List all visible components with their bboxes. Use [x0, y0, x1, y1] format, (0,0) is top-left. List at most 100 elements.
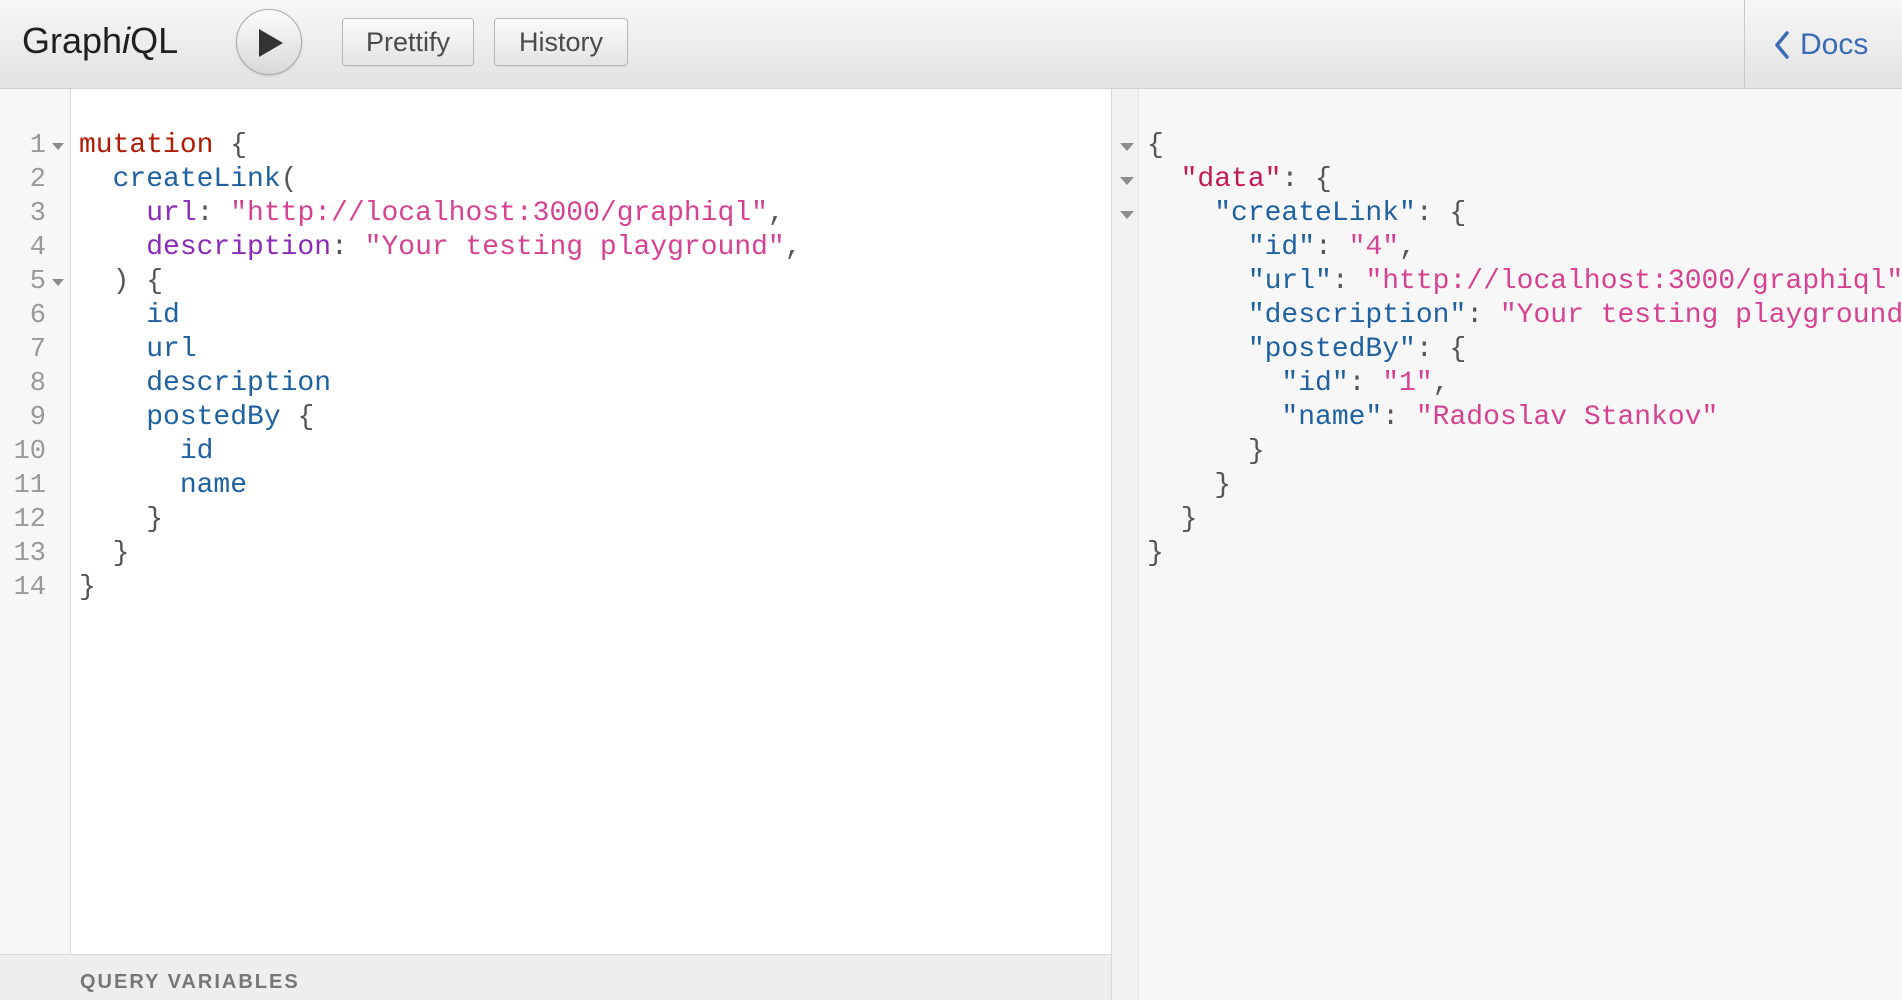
code-token: ) {	[79, 266, 164, 297]
code-token: {	[213, 130, 248, 161]
result-token: :	[1348, 368, 1383, 399]
fold-toggle-icon[interactable]	[52, 279, 64, 286]
result-token: "data"	[1180, 164, 1282, 195]
result-token: :	[1331, 266, 1366, 297]
line-number: 6	[29, 301, 46, 331]
line-number: 14	[13, 573, 46, 603]
query-variables-label: QUERY VARIABLES	[80, 971, 300, 993]
code-text: id	[79, 435, 214, 469]
code-text: mutation {	[79, 129, 247, 163]
code-token: :	[196, 198, 231, 229]
result-token: ,	[1399, 232, 1416, 263]
result-token: }	[1147, 470, 1232, 501]
fold-toggle-icon[interactable]	[52, 143, 64, 150]
result-text: "description": "Your testing playground"…	[1147, 299, 1902, 333]
result-text: {	[1147, 129, 1164, 163]
line-number: 10	[13, 437, 46, 467]
code-text: }	[79, 537, 130, 571]
line-number: 3	[29, 199, 46, 229]
line-number: 5	[29, 267, 46, 297]
line-number: 4	[29, 233, 46, 263]
line-number: 9	[29, 403, 46, 433]
code-token: description	[79, 232, 332, 263]
code-token: name	[79, 470, 248, 501]
result-text: }	[1147, 503, 1198, 537]
line-number: 8	[29, 369, 46, 399]
toolbar-divider	[1744, 0, 1745, 89]
code-text: postedBy {	[79, 401, 314, 435]
result-token: "postedBy"	[1147, 334, 1416, 365]
line-number: 13	[13, 539, 46, 569]
code-token: "http://localhost:3000/graphiql"	[230, 198, 768, 229]
result-token: {	[1147, 130, 1164, 161]
result-fold-toggle-icon[interactable]	[1120, 177, 1134, 185]
result-token: "1"	[1382, 368, 1433, 399]
line-number: 2	[29, 165, 46, 195]
code-text: url	[79, 333, 197, 367]
code-token: {	[280, 402, 315, 433]
app-logo: GraphiQL	[22, 20, 178, 62]
code-token: }	[79, 538, 130, 569]
play-icon	[259, 29, 283, 57]
result-token: "id"	[1147, 368, 1349, 399]
code-token: }	[79, 572, 96, 603]
result-token: : {	[1415, 334, 1467, 365]
code-text: id	[79, 299, 180, 333]
chevron-left-icon	[1775, 31, 1789, 59]
result-text: "postedBy": {	[1147, 333, 1466, 367]
code-text: }	[79, 571, 96, 605]
result-token: :	[1315, 232, 1349, 263]
execute-query-button[interactable]	[236, 9, 302, 75]
result-token: "url"	[1147, 266, 1332, 297]
result-token: }	[1147, 436, 1265, 467]
code-text: url: "http://localhost:3000/graphiql",	[79, 197, 785, 231]
logo-text-graph: Graph	[22, 20, 123, 61]
history-button[interactable]: History	[494, 18, 628, 66]
result-token: "4"	[1348, 232, 1400, 263]
code-token: (	[280, 164, 298, 195]
logo-text-ql: QL	[130, 20, 179, 61]
editor-result-divider[interactable]	[1111, 89, 1139, 1000]
code-text: }	[79, 503, 163, 537]
prettify-button[interactable]: Prettify	[342, 18, 474, 66]
result-token: ,	[1432, 368, 1450, 399]
result-text: "id": "1",	[1147, 367, 1449, 401]
result-token: }	[1147, 538, 1164, 569]
result-token: "description"	[1147, 300, 1467, 331]
code-token: id	[79, 436, 214, 467]
result-text: "url": "http://localhost:3000/graphiql",	[1147, 265, 1902, 299]
result-text: "name": "Radoslav Stankov"	[1147, 401, 1718, 435]
code-token: description	[79, 368, 332, 399]
result-text: }	[1147, 435, 1265, 469]
code-text: name	[79, 469, 247, 503]
logo-text-i: i	[122, 20, 131, 61]
code-token: :	[331, 232, 365, 263]
code-token: }	[79, 504, 164, 535]
query-editor[interactable]: 1 mutation {2 createLink(3 url: "http://l…	[0, 89, 1111, 954]
code-token: url	[79, 198, 197, 229]
code-text: createLink(	[79, 163, 298, 197]
result-text: "id": "4",	[1147, 231, 1416, 265]
result-token: "Radoslav Stankov"	[1415, 402, 1719, 433]
docs-button[interactable]: Docs	[1774, 22, 1868, 68]
result-token: :	[1382, 402, 1416, 433]
result-token: }	[1147, 504, 1198, 535]
result-token: : {	[1415, 198, 1467, 229]
toolbar: GraphiQL Prettify History Docs	[0, 0, 1902, 89]
result-fold-toggle-icon[interactable]	[1120, 143, 1134, 151]
line-number: 7	[29, 335, 46, 365]
code-token: url	[79, 334, 197, 365]
code-token: createLink	[79, 164, 281, 195]
result-token: "Your testing playground"	[1499, 300, 1902, 331]
docs-label: Docs	[1800, 28, 1869, 61]
line-number: 12	[13, 505, 46, 535]
result-viewer: { "data": { "createLink": { "id": "4", "…	[1139, 89, 1902, 1000]
code-token: id	[79, 300, 180, 331]
result-token: : {	[1281, 164, 1332, 195]
result-text: "data": {	[1147, 163, 1332, 197]
query-variables-bar[interactable]: QUERY VARIABLES	[0, 954, 1111, 1000]
result-token: "name"	[1147, 402, 1383, 433]
code-token: mutation	[79, 130, 214, 161]
result-fold-toggle-icon[interactable]	[1120, 211, 1134, 219]
line-number: 1	[29, 131, 46, 161]
